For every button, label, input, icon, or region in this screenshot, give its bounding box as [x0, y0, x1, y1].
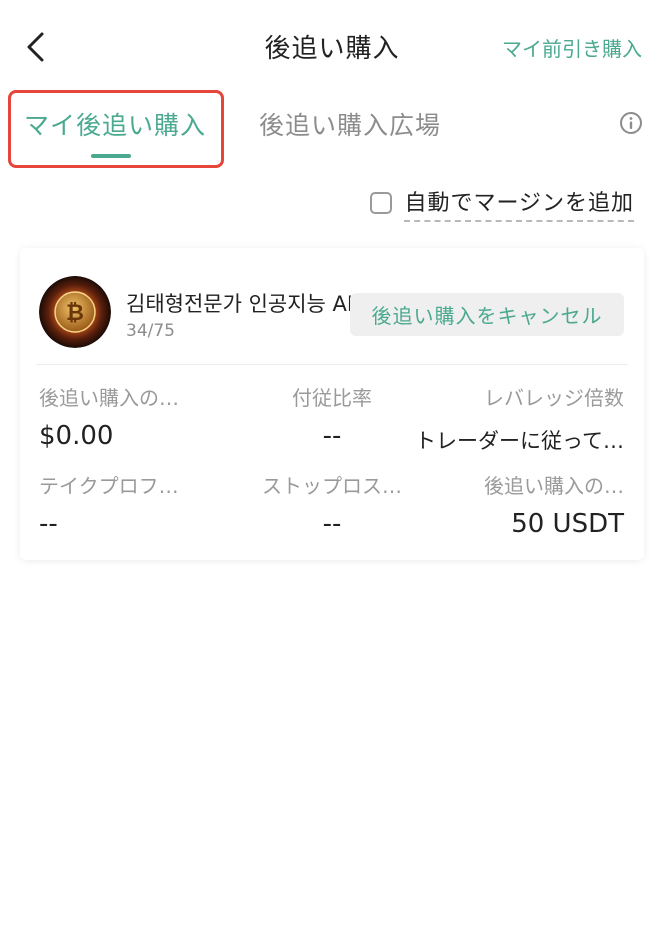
trader-avatar[interactable]: ₿	[39, 276, 111, 348]
stat-label: テイクプロフ…	[39, 474, 179, 498]
stat-value: --	[322, 421, 342, 451]
stat-leverage: レバレッジ倍数 トレーダーに従って…	[415, 382, 624, 455]
stat-take-profit: テイクプロフ… --	[39, 470, 179, 539]
cancel-copy-trading-button[interactable]: 後追い購入をキャンセル	[350, 293, 624, 336]
stat-value: トレーダーに従って…	[415, 429, 624, 453]
stat-label: 後追い購入の…	[484, 474, 624, 498]
stat-label: 後追い購入の…	[39, 386, 179, 410]
top-bar: 後追い購入 マイ前引き購入	[0, 0, 664, 92]
copy-trade-card: ₿ 김태형전문가 인공지능 AI 34/75 後追い購入をキャンセル 後追い購入…	[20, 248, 644, 560]
divider	[36, 364, 628, 365]
auto-margin-option: 自動でマージンを追加	[370, 185, 634, 222]
stat-value: --	[322, 509, 342, 539]
tab-my-copy-trading[interactable]: マイ後追い購入	[24, 106, 206, 142]
auto-margin-checkbox[interactable]	[370, 192, 393, 214]
stat-value: --	[39, 509, 58, 539]
stat-label: ストップロス…	[262, 474, 402, 498]
stat-label: 付従比率	[292, 386, 372, 410]
svg-text:₿: ₿	[66, 301, 84, 326]
info-icon	[620, 112, 642, 134]
stat-label: レバレッジ倍数	[484, 386, 624, 410]
active-tab-indicator	[91, 154, 131, 158]
tab-copy-trading-plaza[interactable]: 後追い購入広場	[259, 106, 441, 142]
stat-value: $0.00	[39, 421, 114, 451]
stat-copy-limit: 後追い購入の… 50 USDT	[484, 470, 624, 539]
auto-margin-label[interactable]: 自動でマージンを追加	[404, 185, 634, 222]
bitcoin-avatar-icon: ₿	[39, 276, 111, 348]
my-lead-trading-link[interactable]: マイ前引き購入	[502, 33, 642, 62]
info-button[interactable]	[619, 111, 643, 135]
stat-copy-ratio: 付従比率 --	[270, 382, 394, 451]
stat-value: 50 USDT	[511, 509, 624, 539]
stat-stop-loss: ストップロス… --	[242, 470, 422, 539]
trader-name[interactable]: 김태형전문가 인공지능 AI	[126, 288, 353, 318]
follower-count: 34/75	[126, 321, 175, 341]
stat-copy-amount: 後追い購入の… $0.00	[39, 382, 179, 451]
